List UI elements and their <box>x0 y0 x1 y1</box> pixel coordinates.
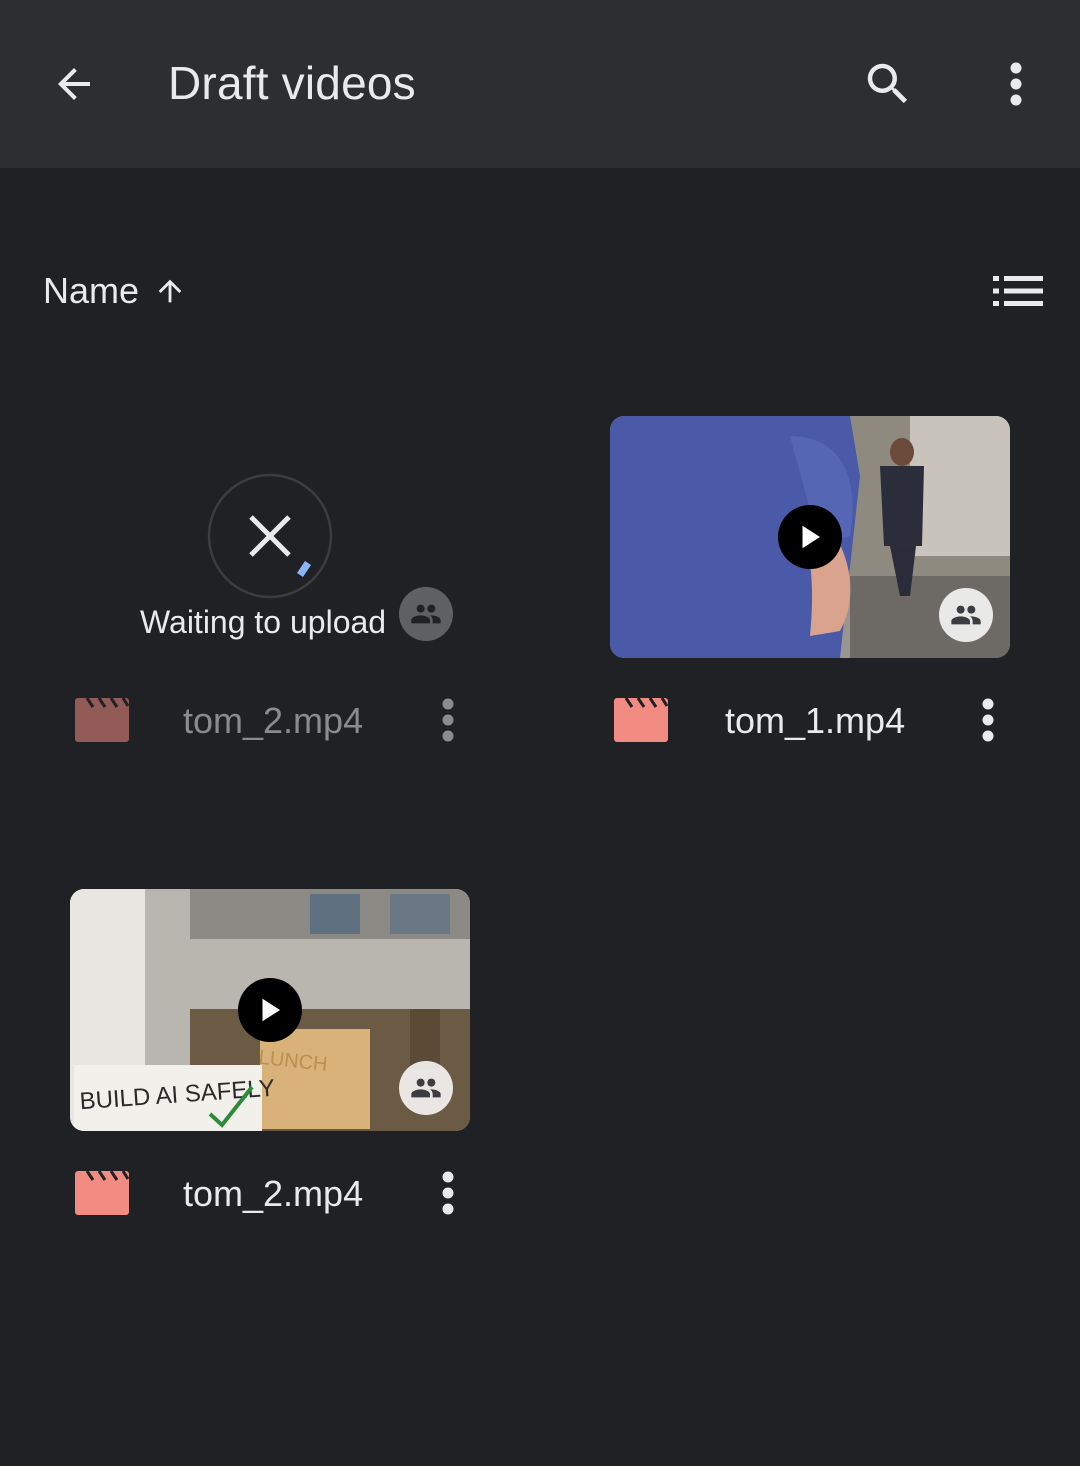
file-name: tom_2.mp4 <box>183 700 364 741</box>
people-icon <box>411 604 441 624</box>
more-vert-icon <box>442 698 454 742</box>
file-name: tom_2.mp4 <box>183 1173 364 1214</box>
upload-status-text: Waiting to upload <box>140 604 387 640</box>
play-button[interactable] <box>778 505 842 569</box>
file-name: tom_1.mp4 <box>725 700 906 741</box>
more-vert-icon <box>1010 62 1022 106</box>
shared-badge <box>939 588 993 642</box>
sort-control[interactable]: Name <box>43 266 187 316</box>
more-options-button[interactable] <box>976 44 1056 124</box>
list-view-button[interactable] <box>982 262 1054 320</box>
search-button[interactable] <box>848 44 928 124</box>
file-more-button[interactable] <box>428 1163 468 1223</box>
video-thumbnail[interactable]: BUILD AI SAFELY LUNCH <box>70 889 470 1131</box>
sort-label: Name <box>43 270 140 311</box>
people-icon <box>411 1078 441 1098</box>
upload-progress-ring <box>207 473 333 599</box>
arrow-left-icon <box>58 68 90 100</box>
back-button[interactable] <box>34 44 114 124</box>
more-vert-icon <box>982 698 994 742</box>
play-icon <box>262 998 280 1022</box>
file-more-button[interactable] <box>968 690 1008 750</box>
arrow-up-icon <box>158 279 182 303</box>
video-file-icon <box>75 698 129 742</box>
page-title: Draft videos <box>168 57 416 109</box>
play-icon <box>802 525 820 549</box>
people-icon <box>951 605 981 625</box>
upload-cancel-button[interactable] <box>207 473 333 599</box>
shared-badge <box>399 1061 453 1115</box>
video-file-icon <box>75 1171 129 1215</box>
video-file-icon <box>614 698 668 742</box>
video-thumbnail[interactable] <box>610 416 1010 658</box>
shared-badge <box>399 587 453 641</box>
play-button[interactable] <box>238 978 302 1042</box>
list-view-icon <box>993 276 1043 306</box>
file-more-button[interactable] <box>428 690 468 750</box>
search-icon <box>867 63 908 104</box>
top-app-bar: Draft videos <box>0 0 1080 168</box>
more-vert-icon <box>442 1171 454 1215</box>
